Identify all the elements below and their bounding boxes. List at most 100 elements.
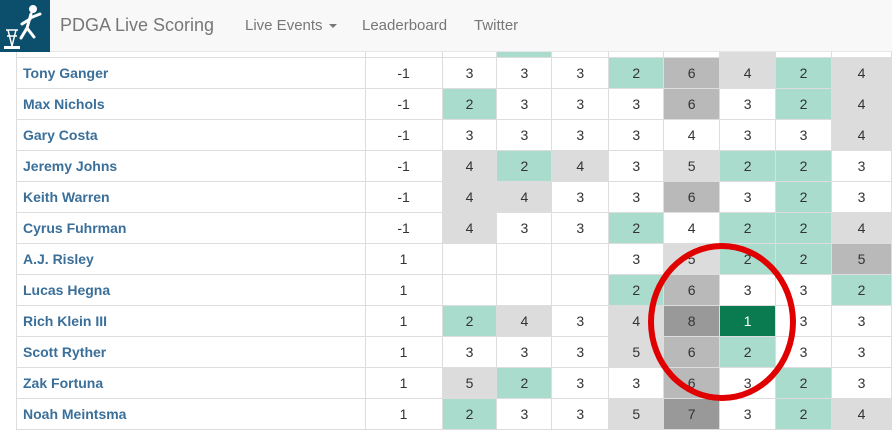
hole-score-cell: 2	[719, 150, 777, 182]
hole-score-cell: 4	[663, 212, 721, 244]
hole-score-cell: 1	[719, 305, 777, 337]
caret-down-icon	[328, 24, 337, 29]
nav-leaderboard[interactable]: Leaderboard	[362, 17, 447, 34]
nav-live-events[interactable]: Live Events	[245, 17, 337, 34]
hole-score-cell: 2	[441, 305, 498, 337]
hole-score-cell: 3	[608, 243, 665, 275]
nav-twitter[interactable]: Twitter	[474, 17, 518, 34]
hole-score-cell: 2	[775, 181, 832, 213]
total-score: 1	[364, 305, 443, 337]
hole-score-cell: 2	[608, 57, 665, 89]
hole-score-cell: 3	[496, 88, 553, 120]
hole-score-cell: 3	[775, 119, 832, 151]
scoring-table-container[interactable]: Tony Ganger -1 3 3 3 2 6 4 2 4 Max Nichols -1 2 3 3 3 6 3…	[0, 52, 892, 437]
hole-score-cell: 3	[775, 305, 832, 337]
player-name-link[interactable]: Keith Warren	[16, 181, 366, 213]
nav-live-events-label: Live Events	[245, 17, 323, 34]
table-row: Zak Fortuna 1 5 2 3 3 6 3 2 3	[16, 367, 892, 399]
hole-score-cell	[496, 243, 553, 275]
table-row: Lucas Hegna 1 2 6 3 3 2	[16, 274, 892, 306]
hole-score-cell: 2	[608, 274, 665, 306]
player-name-link[interactable]: A.J. Risley	[16, 243, 366, 275]
hole-score-cell: 3	[496, 57, 553, 89]
hole-score-cell: 4	[496, 305, 553, 337]
total-score: 1	[364, 398, 443, 430]
hole-score-cell: 5	[663, 243, 721, 275]
total-score: 1	[364, 336, 443, 368]
table-row: Rich Klein III 1 2 4 3 4 8 1 3 3	[16, 305, 892, 337]
hole-score-cell: 3	[608, 119, 665, 151]
hole-score-cell: 2	[496, 150, 553, 182]
hole-score-cell: 3	[441, 336, 498, 368]
hole-score-cell: 3	[775, 274, 832, 306]
total-score: 1	[364, 243, 443, 275]
hole-score-cell: 4	[830, 398, 892, 430]
player-name-link[interactable]: Tony Ganger	[16, 57, 366, 89]
pdga-logo[interactable]	[0, 0, 50, 52]
table-row: Gary Costa -1 3 3 3 3 4 3 3 4	[16, 119, 892, 151]
hole-score-cell: 3	[551, 212, 610, 244]
hole-score-cell: 3	[496, 212, 553, 244]
hole-score-cell: 6	[663, 274, 721, 306]
hole-score-cell: 3	[719, 398, 777, 430]
hole-score-cell: 3	[719, 119, 777, 151]
hole-score-cell	[441, 243, 498, 275]
hole-score-cell: 3	[719, 367, 777, 399]
hole-score-cell	[551, 274, 610, 306]
hole-score-cell: 3	[830, 336, 892, 368]
hole-score-cell: 3	[496, 398, 553, 430]
hole-score-cell: 3	[719, 274, 777, 306]
hole-score-cell	[551, 243, 610, 275]
player-name-link[interactable]: Jeremy Johns	[16, 150, 366, 182]
hole-score-cell: 6	[663, 336, 721, 368]
hole-score-cell: 5	[441, 367, 498, 399]
total-score: -1	[364, 181, 443, 213]
player-name-link[interactable]: Gary Costa	[16, 119, 366, 151]
hole-score-cell: 3	[608, 367, 665, 399]
table-row: Tony Ganger -1 3 3 3 2 6 4 2 4	[16, 57, 892, 89]
hole-score-cell: 2	[496, 367, 553, 399]
hole-score-cell: 3	[830, 367, 892, 399]
player-name-link[interactable]: Scott Ryther	[16, 336, 366, 368]
hole-score-cell: 6	[663, 88, 721, 120]
total-score: -1	[364, 57, 443, 89]
table-row: Scott Ryther 1 3 3 3 5 6 2 3 3	[16, 336, 892, 368]
hole-score-cell: 3	[496, 119, 553, 151]
hole-score-cell: 6	[663, 367, 721, 399]
hole-score-cell: 3	[496, 336, 553, 368]
hole-score-cell	[441, 274, 498, 306]
player-name-link[interactable]: Max Nichols	[16, 88, 366, 120]
hole-score-cell: 3	[775, 336, 832, 368]
scoring-table: Tony Ganger -1 3 3 3 2 6 4 2 4 Max Nichols -1 2 3 3 3 6 3…	[16, 52, 892, 430]
hole-score-cell: 3	[719, 181, 777, 213]
hole-score-cell: 3	[719, 88, 777, 120]
hole-score-cell: 4	[441, 212, 498, 244]
hole-score-cell: 4	[830, 57, 892, 89]
total-score: -1	[364, 150, 443, 182]
player-name-link[interactable]: Rich Klein III	[16, 305, 366, 337]
hole-score-cell: 3	[830, 150, 892, 182]
hole-score-cell: 4	[663, 119, 721, 151]
hole-score-cell: 2	[719, 336, 777, 368]
hole-score-cell: 4	[441, 181, 498, 213]
hole-score-cell: 6	[663, 181, 721, 213]
hole-score-cell: 3	[830, 181, 892, 213]
hole-score-cell: 2	[719, 243, 777, 275]
hole-score-cell: 4	[830, 88, 892, 120]
player-name-link[interactable]: Lucas Hegna	[16, 274, 366, 306]
hole-score-cell: 3	[551, 88, 610, 120]
total-score: 1	[364, 274, 443, 306]
player-name-link[interactable]: Zak Fortuna	[16, 367, 366, 399]
hole-score-cell: 3	[551, 305, 610, 337]
hole-score-cell: 4	[496, 181, 553, 213]
hole-score-cell: 3	[551, 181, 610, 213]
hole-score-cell: 3	[551, 119, 610, 151]
hole-score-cell: 2	[775, 57, 832, 89]
brand-title[interactable]: PDGA Live Scoring	[60, 15, 214, 36]
hole-score-cell: 2	[775, 150, 832, 182]
hole-score-cell: 3	[608, 88, 665, 120]
table-row: Max Nichols -1 2 3 3 3 6 3 2 4	[16, 88, 892, 120]
hole-score-cell: 3	[551, 336, 610, 368]
player-name-link[interactable]: Cyrus Fuhrman	[16, 212, 366, 244]
player-name-link[interactable]: Noah Meintsma	[16, 398, 366, 430]
